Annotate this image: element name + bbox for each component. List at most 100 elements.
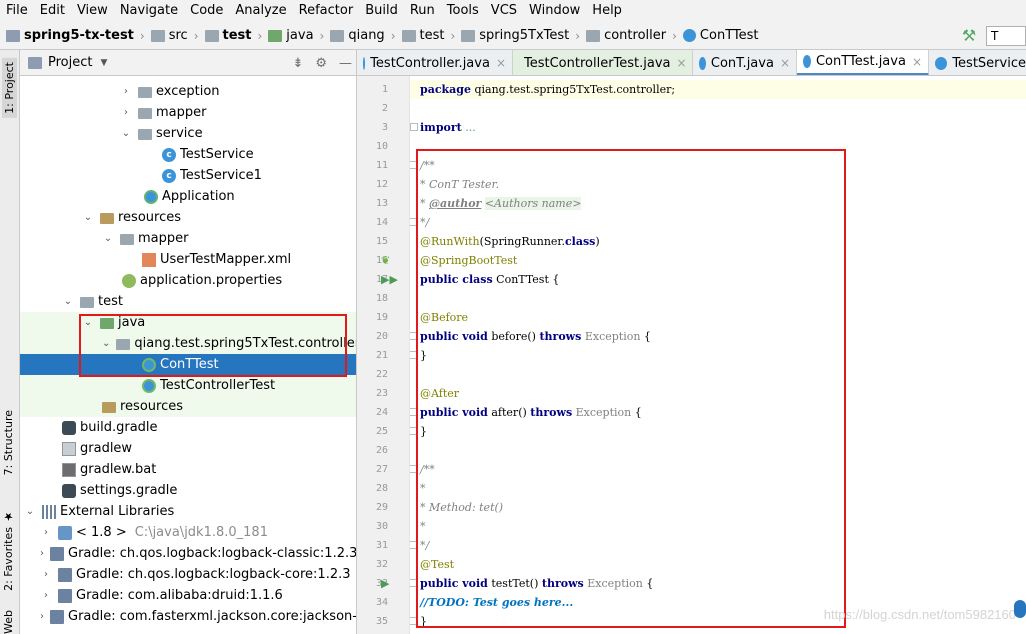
chevron-right-icon[interactable]: ›	[120, 107, 132, 118]
tree-item-controller-package[interactable]: ⌄ qiang.test.spring5TxTest.controller	[20, 333, 356, 354]
tab-testservice1[interactable]: TestService1.j	[929, 50, 1026, 75]
menu-analyze[interactable]: Analyze	[229, 0, 292, 22]
hide-panel-icon[interactable]: —	[339, 56, 352, 71]
menu-help[interactable]: Help	[586, 0, 628, 22]
menu-vcs[interactable]: VCS	[485, 0, 523, 22]
tree-item-resources-test[interactable]: resources	[20, 396, 356, 417]
tree-item-jackson[interactable]: › Gradle: com.fasterxml.jackson.core:jack…	[20, 606, 356, 627]
folded-imports[interactable]: ...	[462, 121, 476, 134]
close-icon[interactable]: ×	[780, 56, 790, 70]
chevron-down-icon[interactable]: ⌄	[120, 128, 132, 139]
tree-item-external-libraries[interactable]: ⌄ External Libraries	[20, 501, 356, 522]
tree-item-logback-classic[interactable]: › Gradle: ch.qos.logback:logback-classic:…	[20, 543, 356, 564]
fold-marker-icon[interactable]	[410, 617, 417, 625]
run-config-selector[interactable]: T	[986, 25, 1026, 46]
menu-run[interactable]: Run	[404, 0, 441, 22]
scroll-indicator[interactable]	[1014, 600, 1026, 618]
breadcrumb-item-test[interactable]: test ›	[204, 28, 269, 43]
menu-edit[interactable]: Edit	[34, 0, 71, 22]
tool-tab-web[interactable]: Web	[2, 610, 15, 634]
fold-marker-icon[interactable]	[410, 541, 417, 549]
tab-cont[interactable]: ConT.java ×	[693, 50, 797, 75]
tool-tab-structure[interactable]: 7: Structure	[2, 410, 15, 475]
breadcrumb-item-java[interactable]: java ›	[268, 28, 330, 43]
tree-item-mapper-res[interactable]: ⌄ mapper	[20, 228, 356, 249]
tree-item-build-gradle[interactable]: build.gradle	[20, 417, 356, 438]
tree-item-resources[interactable]: ⌄ resources	[20, 207, 356, 228]
fold-marker-icon[interactable]	[410, 351, 417, 359]
tree-item-service[interactable]: ⌄ service	[20, 123, 356, 144]
chevron-right-icon[interactable]: ›	[40, 569, 52, 580]
fold-marker-icon[interactable]	[410, 408, 417, 416]
build-hammer-icon[interactable]: ⚒	[960, 26, 978, 45]
chevron-right-icon[interactable]: ›	[40, 548, 44, 559]
project-panel-title[interactable]: Project	[48, 55, 92, 70]
tree-item-application[interactable]: Application	[20, 186, 356, 207]
breadcrumb-item-qiang[interactable]: qiang ›	[330, 28, 401, 43]
tree-item-usertestmapper-xml[interactable]: UserTestMapper.xml	[20, 249, 356, 270]
menu-refactor[interactable]: Refactor	[293, 0, 360, 22]
chevron-down-icon[interactable]: ⌄	[62, 296, 74, 307]
close-icon[interactable]: ×	[912, 55, 922, 69]
tool-tab-project[interactable]: 1: Project	[2, 58, 17, 118]
chevron-down-icon[interactable]: ⌄	[102, 338, 110, 349]
menu-navigate[interactable]: Navigate	[114, 0, 184, 22]
chevron-down-icon[interactable]: ⌄	[82, 212, 94, 223]
chevron-down-icon[interactable]: ⌄	[102, 233, 114, 244]
collapse-all-icon[interactable]: ⇟	[292, 56, 303, 71]
breadcrumb-item-src[interactable]: src ›	[150, 28, 205, 43]
menu-view[interactable]: View	[71, 0, 114, 22]
tab-testcontroller[interactable]: TestController.java ×	[357, 50, 513, 75]
menu-code[interactable]: Code	[184, 0, 229, 22]
tool-tab-favorites[interactable]: 2: Favorites ★	[2, 510, 15, 591]
chevron-right-icon[interactable]: ›	[40, 590, 52, 601]
menu-build[interactable]: Build	[359, 0, 404, 22]
tree-item-testservice1[interactable]: c TestService1	[20, 165, 356, 186]
chevron-right-icon[interactable]: ›	[40, 527, 52, 538]
line-number: 25	[375, 426, 388, 437]
code-editor[interactable]: package qiang.test.spring5TxTest.control…	[410, 76, 1026, 634]
tab-testcontrollertest[interactable]: TestControllerTest.java ×	[513, 50, 693, 75]
run-test-class-icon[interactable]: ▶▶	[381, 270, 398, 289]
run-test-method-icon[interactable]: ▶	[381, 574, 389, 593]
tree-item-gradlew[interactable]: gradlew	[20, 438, 356, 459]
fold-marker-icon[interactable]	[410, 161, 417, 169]
fold-marker-icon[interactable]	[410, 332, 417, 340]
tree-item-testcontrollertest[interactable]: TestControllerTest	[20, 375, 356, 396]
chevron-right-icon[interactable]: ›	[120, 86, 132, 97]
chevron-down-icon[interactable]: ⌄	[24, 506, 36, 517]
menu-file[interactable]: File	[0, 0, 34, 22]
tree-item-testservice[interactable]: c TestService	[20, 144, 356, 165]
tree-item-mapper[interactable]: › mapper	[20, 102, 356, 123]
tab-conttest[interactable]: ConTTest.java ×	[797, 50, 929, 75]
breadcrumb-item-controller[interactable]: controller ›	[586, 28, 683, 43]
fold-marker-icon[interactable]	[410, 123, 418, 131]
breadcrumb-item-project[interactable]: spring5-tx-test ›	[6, 28, 151, 43]
breadcrumb-item-conttest[interactable]: ConTTest	[682, 28, 759, 43]
tree-item-druid[interactable]: › Gradle: com.alibaba:druid:1.1.6	[20, 585, 356, 606]
breadcrumb-item-spring5txtest[interactable]: spring5TxTest ›	[461, 28, 586, 43]
spring-bean-leaf-icon[interactable]: ❦	[381, 251, 390, 270]
dropdown-caret-icon[interactable]: ▼	[100, 58, 107, 68]
tree-item-settings-gradle[interactable]: settings.gradle	[20, 480, 356, 501]
menu-tools[interactable]: Tools	[441, 0, 485, 22]
breadcrumb-item-test-pkg[interactable]: test ›	[401, 28, 462, 43]
menu-window[interactable]: Window	[523, 0, 586, 22]
tree-item-test[interactable]: ⌄ test	[20, 291, 356, 312]
fold-marker-icon[interactable]	[410, 427, 417, 435]
tree-item-jdk[interactable]: › < 1.8 > C:\java\jdk1.8.0_181	[20, 522, 356, 543]
chevron-right-icon[interactable]: ›	[40, 611, 44, 622]
close-icon[interactable]: ×	[677, 56, 687, 70]
tree-item-gradlew-bat[interactable]: gradlew.bat	[20, 459, 356, 480]
tree-item-application-properties[interactable]: application.properties	[20, 270, 356, 291]
tree-item-conttest[interactable]: ConTTest	[20, 354, 356, 375]
fold-marker-icon[interactable]	[410, 465, 417, 473]
tree-item-logback-core[interactable]: › Gradle: ch.qos.logback:logback-core:1.2…	[20, 564, 356, 585]
chevron-down-icon[interactable]: ⌄	[82, 317, 94, 328]
fold-marker-icon[interactable]	[410, 218, 417, 226]
fold-marker-icon[interactable]	[410, 579, 417, 587]
close-icon[interactable]: ×	[496, 56, 506, 70]
tree-item-java[interactable]: ⌄ java	[20, 312, 356, 333]
gear-icon[interactable]: ⚙	[315, 56, 327, 71]
tree-item-exception[interactable]: › exception	[20, 81, 356, 102]
